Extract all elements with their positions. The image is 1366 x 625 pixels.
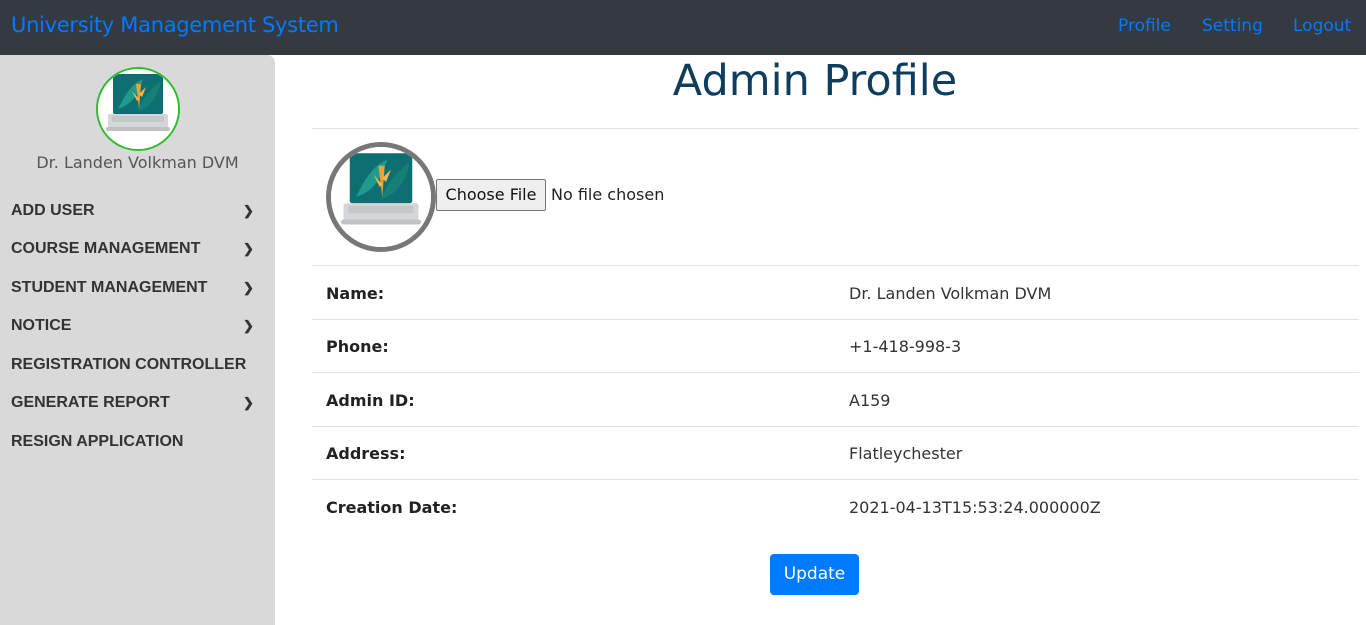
sidebar-item-label: NOTICE — [11, 317, 72, 334]
divider — [312, 479, 1359, 480]
chevron-right-icon: ❯ — [243, 395, 254, 410]
detail-label: Phone: — [326, 337, 389, 356]
brand-title[interactable]: University Management System — [11, 13, 339, 37]
detail-value: A159 — [849, 391, 891, 410]
detail-value: Flatleychester — [849, 444, 963, 463]
divider — [312, 372, 1359, 373]
sidebar-item-add-user[interactable]: ADD USER ❯ — [11, 200, 261, 224]
detail-label: Name: — [326, 284, 385, 303]
detail-value: Dr. Landen Volkman DVM — [849, 284, 1052, 303]
divider — [312, 426, 1359, 427]
nav-link-logout[interactable]: Logout — [1293, 16, 1351, 36]
page-title: Admin Profile — [672, 56, 958, 106]
sidebar-item-label: COURSE MANAGEMENT — [11, 240, 201, 257]
sidebar-item-course-management[interactable]: COURSE MANAGEMENT ❯ — [11, 238, 261, 262]
sidebar-item-generate-report[interactable]: GENERATE REPORT ❯ — [11, 392, 261, 416]
nav-link-setting[interactable]: Setting — [1202, 16, 1263, 36]
divider — [312, 265, 1359, 266]
sidebar-item-registration-controller[interactable]: REGISTRATION CONTROLLER — [11, 354, 261, 378]
update-button[interactable]: Update — [770, 554, 859, 595]
sidebar-item-student-management[interactable]: STUDENT MANAGEMENT ❯ — [11, 277, 261, 301]
sidebar-item-label: STUDENT MANAGEMENT — [11, 279, 208, 296]
sidebar-item-label: ADD USER — [11, 202, 95, 219]
top-navbar: University Management System Profile Set… — [0, 0, 1366, 55]
detail-value: +1-418-998-3 — [849, 337, 962, 356]
sidebar-item-resign-application[interactable]: RESIGN APPLICATION — [11, 431, 261, 455]
divider — [312, 319, 1359, 320]
sidebar-item-label: GENERATE REPORT — [11, 394, 170, 411]
detail-label: Address: — [326, 444, 406, 463]
divider — [312, 128, 1359, 129]
sidebar: Dr. Landen Volkman DVM ADD USER ❯ COURSE… — [0, 55, 275, 625]
detail-label: Creation Date: — [326, 498, 458, 517]
sidebar-item-label: REGISTRATION CONTROLLER — [11, 356, 247, 373]
laptop-image-icon — [331, 147, 431, 247]
profile-avatar — [326, 142, 436, 252]
nav-link-profile[interactable]: Profile — [1118, 16, 1171, 36]
sidebar-item-notice[interactable]: NOTICE ❯ — [11, 315, 261, 339]
choose-file-button[interactable]: Choose File — [436, 179, 546, 211]
detail-label: Admin ID: — [326, 391, 415, 410]
laptop-image-icon — [98, 69, 178, 149]
detail-value: 2021-04-13T15:53:24.000000Z — [849, 498, 1101, 517]
chevron-right-icon: ❯ — [243, 203, 254, 218]
chevron-right-icon: ❯ — [243, 280, 254, 295]
chevron-right-icon: ❯ — [243, 241, 254, 256]
sidebar-user-name: Dr. Landen Volkman DVM — [36, 153, 239, 172]
sidebar-avatar — [96, 67, 180, 151]
file-status-text: No file chosen — [551, 185, 665, 204]
chevron-right-icon: ❯ — [243, 318, 254, 333]
sidebar-item-label: RESIGN APPLICATION — [11, 433, 184, 450]
